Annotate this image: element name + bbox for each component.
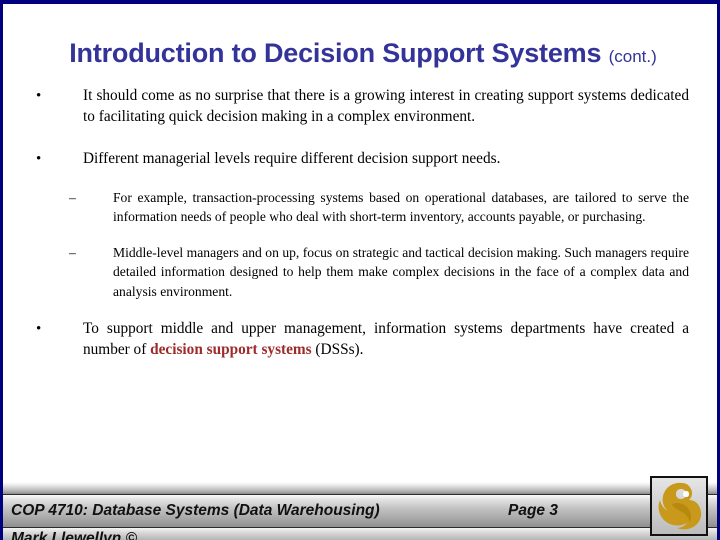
slide-canvas: Introduction to Decision Support Systems… bbox=[0, 0, 720, 540]
sub-bullet-item: – Middle-level managers and on up, focus… bbox=[3, 243, 717, 302]
bullet-item: • It should come as no surprise that the… bbox=[3, 86, 717, 127]
bullet-text: Different managerial levels require diff… bbox=[83, 150, 501, 167]
footer-course-label: COP 4710: Database Systems (Data Warehou… bbox=[11, 502, 380, 519]
bullet-marker-icon: • bbox=[36, 321, 42, 337]
bullet-marker-icon: • bbox=[36, 151, 42, 167]
sub-bullet-marker-icon: – bbox=[69, 189, 76, 205]
slide-footer: COP 4710: Database Systems (Data Warehou… bbox=[3, 476, 717, 540]
page-title-continued-marker: (cont.) bbox=[608, 47, 657, 66]
bullet-text-after-highlight: (DSSs). bbox=[311, 340, 364, 358]
page-title-main: Introduction to Decision Support Systems bbox=[69, 38, 602, 68]
highlighted-term: decision support systems bbox=[150, 340, 312, 358]
footer-page-number: Page 3 bbox=[508, 502, 558, 519]
page-title: Introduction to Decision Support Systems… bbox=[3, 38, 717, 69]
bullet-marker-icon: • bbox=[36, 88, 42, 104]
footer-top-strip bbox=[3, 482, 717, 495]
sub-bullet-marker-icon: – bbox=[69, 244, 76, 260]
pegasus-icon bbox=[658, 482, 702, 530]
ucf-pegasus-logo bbox=[650, 476, 708, 536]
slide-body: • It should come as no surprise that the… bbox=[3, 86, 717, 360]
bullet-item: • To support middle and upper management,… bbox=[3, 319, 717, 360]
bullet-item: • Different managerial levels require di… bbox=[3, 149, 717, 170]
sub-bullet-text: Middle-level managers and on up, focus o… bbox=[113, 244, 689, 299]
sub-bullet-item: – For example, transaction-processing sy… bbox=[3, 188, 717, 227]
footer-author-label: Mark Llewellyn © bbox=[11, 530, 137, 540]
sub-bullet-text: For example, transaction-processing syst… bbox=[113, 189, 689, 225]
bullet-text: It should come as no surprise that there… bbox=[83, 87, 689, 125]
